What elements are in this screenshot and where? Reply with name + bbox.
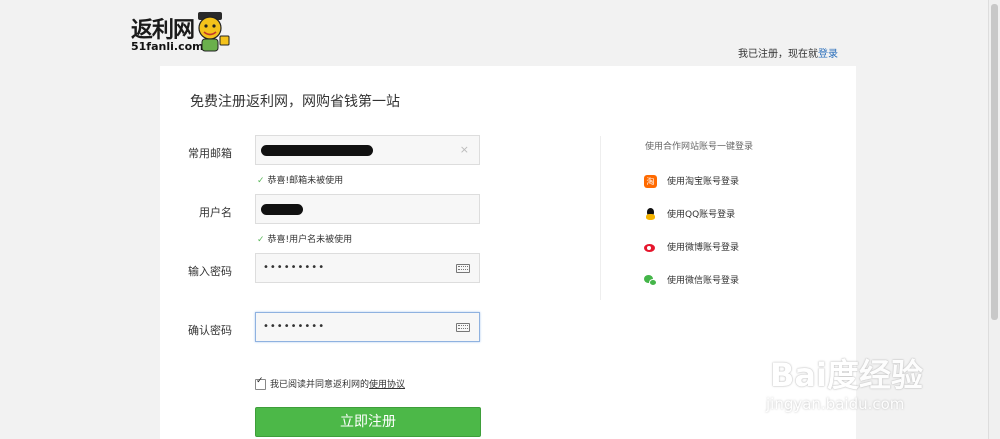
- agreement-row: 我已阅读并同意返利网的使用协议: [255, 376, 405, 390]
- qq-icon: [644, 208, 657, 221]
- taobao-icon: 淘: [644, 175, 657, 188]
- partner-login-wechat[interactable]: 使用微信账号登录: [644, 273, 739, 289]
- scroll-thumb[interactable]: [991, 4, 998, 320]
- username-field[interactable]: [255, 194, 480, 224]
- password-label: 输入密码: [188, 265, 232, 278]
- login-link[interactable]: 登录: [818, 49, 838, 60]
- register-card: 免费注册返利网，网购省钱第一站 常用邮箱 × ✓ 恭喜!邮箱未被使用 用户名 ✓ 恭…: [160, 66, 856, 439]
- page-title: 免费注册返利网，网购省钱第一站: [190, 94, 400, 110]
- watermark-sub: jingyan.baidu.com: [766, 395, 905, 413]
- partner-login-title: 使用合作网站账号一键登录: [645, 142, 754, 152]
- divider: [600, 136, 601, 300]
- confirm-password-value: •••••••••: [263, 321, 326, 332]
- site-logo[interactable]: 返利网 51fanli.com: [131, 12, 241, 56]
- terms-link[interactable]: 使用协议: [369, 380, 405, 390]
- username-ok-text: 恭喜!用户名未被使用: [267, 235, 353, 245]
- agree-text: 我已阅读并同意返利网的: [270, 380, 370, 390]
- email-field[interactable]: ×: [255, 135, 480, 165]
- partner-label: 使用微信账号登录: [667, 276, 740, 286]
- clear-icon[interactable]: ×: [460, 143, 469, 156]
- partner-login-weibo[interactable]: 使用微博账号登录: [644, 240, 739, 256]
- redacted-email-mark: [261, 145, 373, 156]
- keyboard-icon[interactable]: [456, 264, 470, 273]
- username-label: 用户名: [199, 206, 232, 219]
- email-ok-text: 恭喜!邮箱未被使用: [267, 176, 344, 186]
- partner-label: 使用QQ账号登录: [667, 210, 736, 220]
- keyboard-icon[interactable]: [456, 323, 470, 332]
- partner-login-taobao[interactable]: 淘使用淘宝账号登录: [644, 174, 739, 190]
- redacted-username-mark: [261, 204, 303, 215]
- vertical-scrollbar[interactable]: [988, 0, 1000, 439]
- email-ok-message: ✓ 恭喜!邮箱未被使用: [257, 173, 343, 186]
- weibo-icon: [644, 241, 657, 254]
- wechat-icon: [644, 274, 657, 287]
- password-value: •••••••••: [263, 262, 326, 273]
- login-prompt-text: 我已注册，现在就: [738, 49, 818, 60]
- register-button[interactable]: 立即注册: [255, 407, 481, 437]
- agree-checkbox[interactable]: [255, 376, 266, 390]
- mascot-icon: [198, 12, 230, 52]
- confirm-password-label: 确认密码: [188, 324, 232, 337]
- email-label: 常用邮箱: [188, 147, 232, 160]
- check-icon: ✓: [257, 235, 265, 245]
- login-prompt: 我已注册，现在就登录: [738, 45, 838, 60]
- username-ok-message: ✓ 恭喜!用户名未被使用: [257, 232, 352, 245]
- password-field[interactable]: •••••••••: [255, 253, 480, 283]
- partner-login-qq[interactable]: 使用QQ账号登录: [644, 207, 735, 223]
- watermark-main: Bai度经验: [770, 356, 923, 394]
- confirm-password-field[interactable]: •••••••••: [255, 312, 480, 342]
- partner-label: 使用淘宝账号登录: [667, 177, 740, 187]
- top-bar: 返利网 51fanli.com 我已注册，现在就登录: [0, 0, 988, 66]
- baidu-watermark: Bai度经验 jingyan.baidu.com: [760, 345, 950, 430]
- check-icon: ✓: [257, 176, 265, 186]
- partner-label: 使用微博账号登录: [667, 243, 740, 253]
